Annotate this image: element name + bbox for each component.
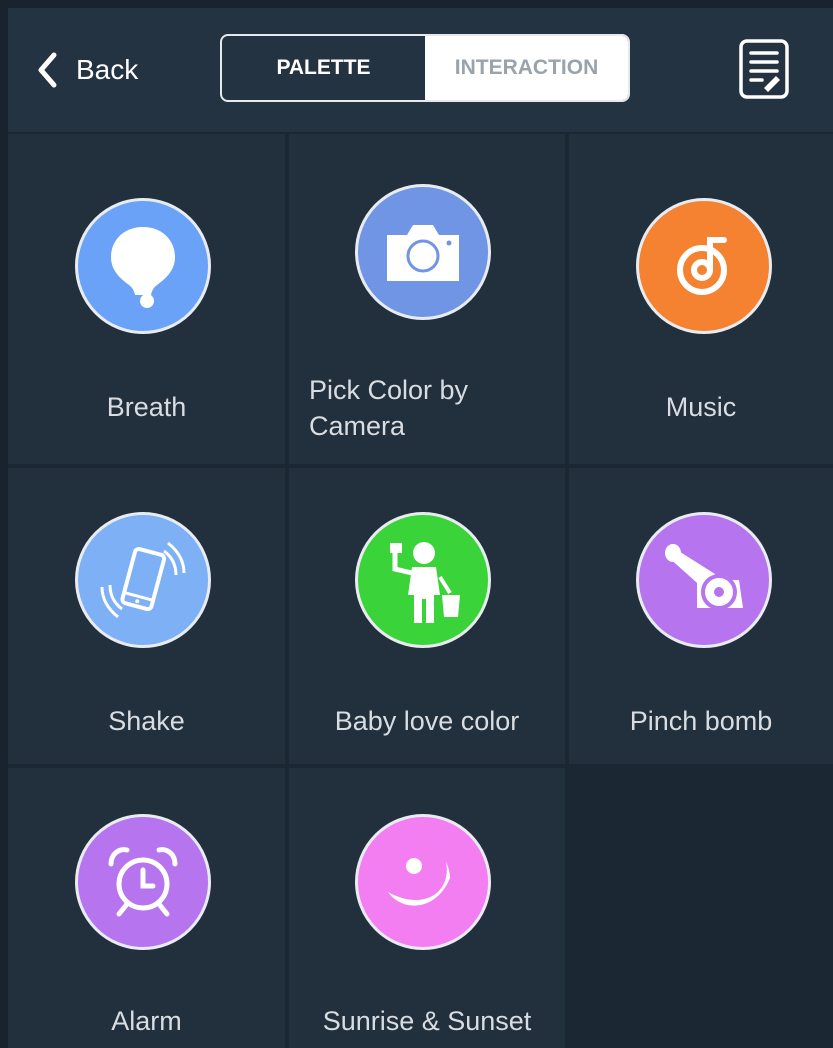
cannon-icon — [665, 544, 743, 610]
tab-interaction[interactable]: INTERACTION — [425, 36, 628, 100]
breath-circle — [75, 198, 211, 334]
camera-icon — [387, 225, 459, 281]
mode-tile-pinch-bomb[interactable]: Pinch bomb — [569, 468, 833, 764]
mode-label: Shake — [108, 706, 185, 736]
top-bar: Back PALETTE INTERACTION — [8, 8, 833, 132]
alarm-circle — [75, 814, 211, 950]
sun-moon-icon — [388, 858, 450, 906]
mode-tile-alarm[interactable]: Alarm — [8, 768, 285, 1048]
back-label: Back — [76, 54, 139, 85]
mode-label: Music — [665, 392, 737, 422]
back-button[interactable]: Back — [36, 48, 138, 92]
alarm-clock-icon — [108, 847, 178, 917]
mode-label: Baby love color — [334, 706, 520, 736]
mode-tabs: PALETTE INTERACTION — [220, 34, 630, 102]
music-circle — [636, 198, 772, 334]
mode-label-line1: Pick Color by — [309, 375, 469, 405]
baby-love-circle — [355, 512, 491, 648]
mode-label: Pick Color by Camera — [309, 372, 559, 444]
mode-tile-shake[interactable]: Shake — [8, 468, 285, 764]
camera-circle — [355, 184, 491, 320]
mode-grid: Breath Pick Color by Camera Music Shake … — [8, 132, 833, 1048]
mode-tile-baby-love-color[interactable]: Baby love color — [289, 468, 565, 764]
mode-label: Sunrise & Sunset — [322, 1006, 532, 1036]
music-note-icon — [677, 237, 727, 295]
mode-label: Pinch bomb — [629, 706, 773, 736]
chevron-left-icon — [38, 52, 57, 88]
sunrise-circle — [355, 814, 491, 950]
mode-tile-music[interactable]: Music — [569, 134, 833, 464]
phone-shake-icon — [100, 541, 186, 619]
mode-tile-breath[interactable]: Breath — [8, 134, 285, 464]
mode-label: Alarm — [111, 1006, 182, 1036]
shake-circle — [75, 512, 211, 648]
tab-palette[interactable]: PALETTE — [222, 36, 425, 100]
mode-label-line2: Camera — [309, 411, 406, 441]
bubble-icon — [111, 227, 175, 308]
notes-edit-icon[interactable] — [738, 38, 790, 100]
painter-icon — [390, 542, 460, 623]
mode-tile-sunrise-sunset[interactable]: Sunrise & Sunset — [289, 768, 565, 1048]
mode-label: Breath — [106, 392, 187, 422]
pinch-bomb-circle — [636, 512, 772, 648]
mode-tile-pick-color-camera[interactable]: Pick Color by Camera — [289, 134, 565, 464]
app-frame: Back PALETTE INTERACTION Breath Pick Col… — [8, 8, 833, 1048]
